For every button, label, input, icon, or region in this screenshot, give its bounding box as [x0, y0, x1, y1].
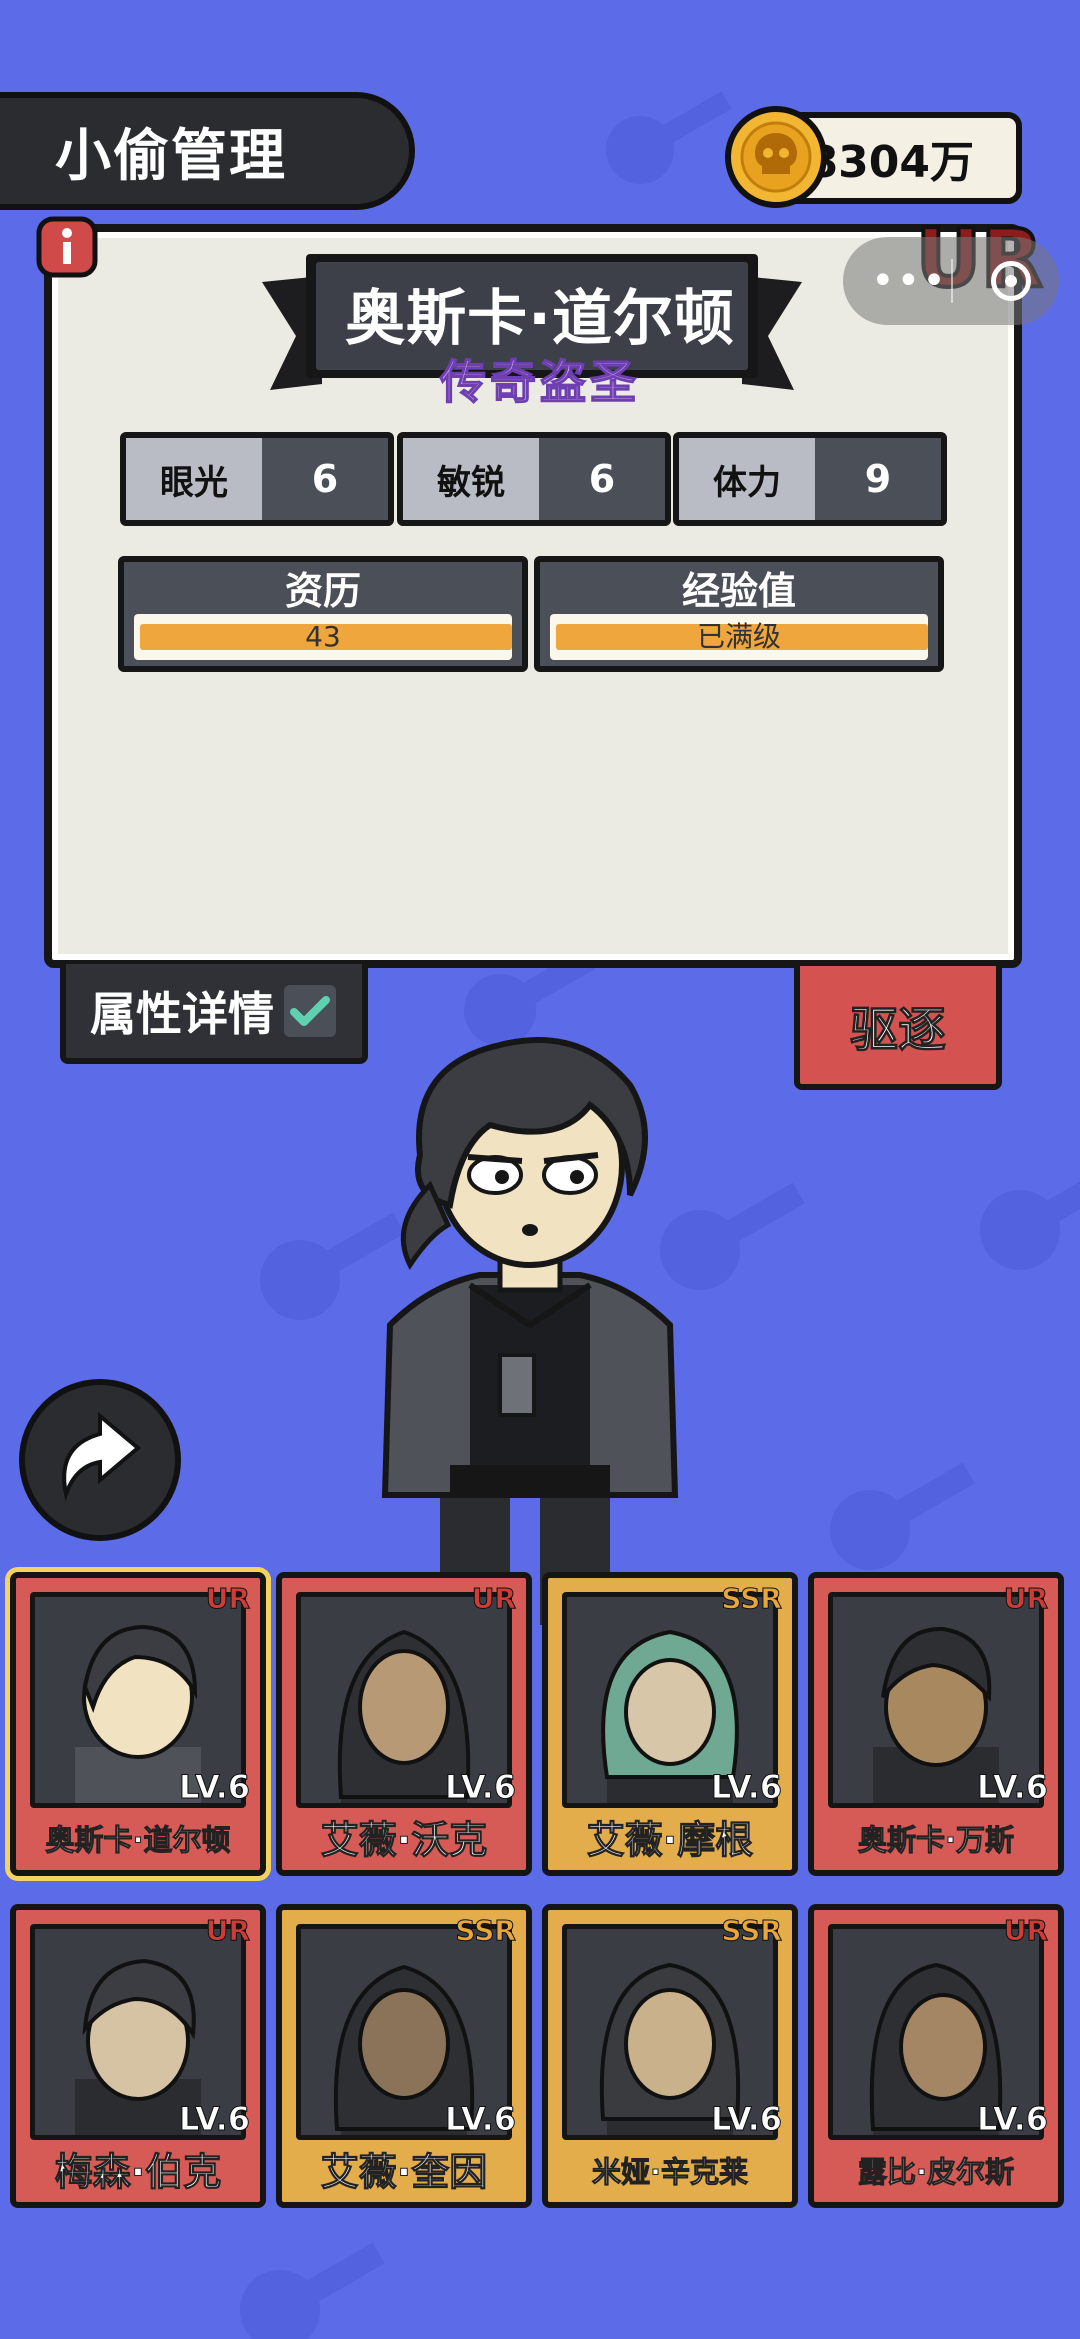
- card-level: LV.6: [444, 2100, 516, 2139]
- expel-button[interactable]: 驱逐: [794, 966, 1002, 1090]
- card-name: 艾薇·摩根: [586, 1818, 754, 1863]
- card-rarity: SSR: [721, 1582, 783, 1616]
- page-title-tab: 小偷管理: [0, 92, 415, 210]
- checkmark-icon: [284, 985, 336, 1037]
- stat-vision: 眼光 6: [120, 432, 394, 526]
- card-name: 米娅·辛克莱: [591, 2155, 749, 2190]
- card-rarity: UR: [471, 1582, 516, 1616]
- stat-label: 敏锐: [403, 438, 539, 520]
- stat-value: 6: [262, 438, 388, 520]
- page-title: 小偷管理: [55, 123, 287, 189]
- thief-title: 传奇盗圣: [439, 354, 640, 410]
- exp-label: 经验值: [681, 569, 796, 613]
- roster-card[interactable]: UR LV.6 露比·皮尔斯: [808, 1904, 1064, 2208]
- skull-coin-icon: [725, 106, 827, 208]
- seniority-label: 资历: [284, 569, 361, 613]
- seniority-value: 43: [305, 620, 341, 653]
- card-level: LV.6: [976, 1768, 1048, 1807]
- expel-label: 驱逐: [849, 1002, 946, 1059]
- card-name: 奥斯卡·道尔顿: [45, 1823, 231, 1858]
- roster-card[interactable]: SSR LV.6 艾薇·摩根: [542, 1572, 798, 1876]
- roster-card[interactable]: SSR LV.6 米娅·辛克莱: [542, 1904, 798, 2208]
- attribute-detail-label: 属性详情: [90, 987, 274, 1041]
- stat-label: 眼光: [126, 438, 262, 520]
- roster-card[interactable]: UR LV.6 奥斯卡·道尔顿: [10, 1572, 266, 1876]
- card-level: LV.6: [710, 2100, 782, 2139]
- thief-name: 奥斯卡·道尔顿: [345, 284, 735, 354]
- stat-stamina: 体力 9: [673, 432, 947, 526]
- stat-value: 6: [539, 438, 665, 520]
- exp-bar: 经验值 已满级: [534, 556, 944, 672]
- currency-amount: 8304万: [807, 137, 974, 188]
- thief-character-illustration: [381, 1037, 679, 1625]
- card-rarity: SSR: [721, 1914, 783, 1948]
- roster-card[interactable]: UR LV.6 艾薇·沃克: [276, 1572, 532, 1876]
- stat-value: 9: [815, 438, 941, 520]
- card-level: LV.6: [444, 1768, 516, 1807]
- exp-track: 已满级: [550, 614, 928, 660]
- seniority-track: 43: [134, 614, 512, 660]
- stat-agility: 敏锐 6: [397, 432, 671, 526]
- info-icon[interactable]: [36, 216, 98, 278]
- card-rarity: UR: [205, 1582, 250, 1616]
- card-rarity: UR: [205, 1914, 250, 1948]
- card-level: LV.6: [710, 1768, 782, 1807]
- seniority-bar: 资历 43: [118, 556, 528, 672]
- card-name: 艾薇·沃克: [320, 1818, 488, 1863]
- attribute-detail-toggle[interactable]: 属性详情: [60, 964, 368, 1064]
- roster-card[interactable]: UR LV.6 奥斯卡·万斯: [808, 1572, 1064, 1876]
- card-name: 梅森·伯克: [54, 2150, 222, 2195]
- card-name: 奥斯卡·万斯: [857, 1823, 1015, 1858]
- card-rarity: UR: [1003, 1914, 1048, 1948]
- stat-label: 体力: [679, 438, 815, 520]
- card-level: LV.6: [178, 1768, 250, 1807]
- card-level: LV.6: [976, 2100, 1048, 2139]
- roster-card[interactable]: UR LV.6 梅森·伯克: [10, 1904, 266, 2208]
- card-name: 艾薇·奎因: [320, 2150, 488, 2195]
- card-rarity: UR: [1003, 1582, 1048, 1616]
- exp-value: 已满级: [696, 620, 781, 653]
- card-level: LV.6: [178, 2100, 250, 2139]
- card-name: 露比·皮尔斯: [857, 2155, 1015, 2190]
- roster-card[interactable]: SSR LV.6 艾薇·奎因: [276, 1904, 532, 2208]
- card-rarity: SSR: [455, 1914, 517, 1948]
- refresh-button[interactable]: [16, 1376, 184, 1544]
